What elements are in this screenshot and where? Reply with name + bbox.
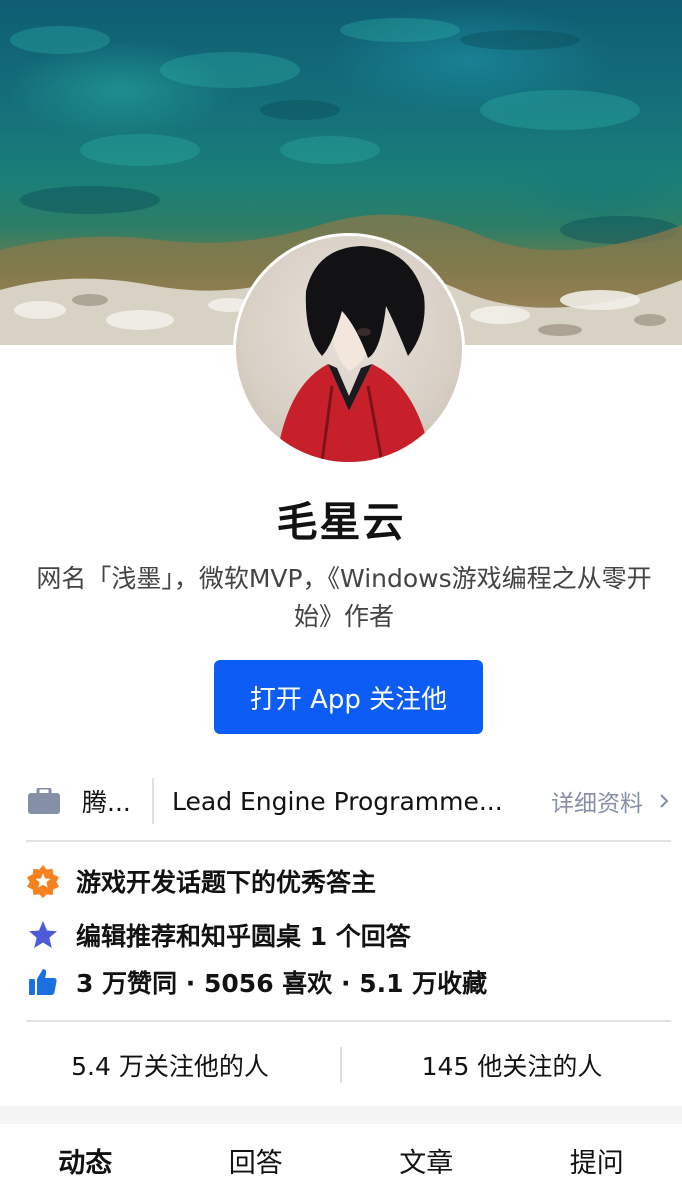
briefcase-icon <box>28 788 60 814</box>
achievement-text: 3 万赞同 · 5056 喜欢 · 5.1 万收藏 <box>76 969 488 998</box>
section-gap <box>0 1106 682 1124</box>
tab-articles[interactable]: 文章 <box>341 1141 512 1180</box>
divider <box>26 1020 671 1022</box>
follow-stats: 5.4 万关注他的人 145 他关注的人 <box>0 1024 682 1106</box>
open-app-follow-button[interactable]: 打开 App 关注他 <box>214 660 483 734</box>
profile-name: 毛星云 <box>276 498 406 546</box>
info-row: 腾... Lead Engine Programme... 详细资料 <box>26 762 671 840</box>
tab-activity[interactable]: 动态 <box>0 1141 171 1180</box>
achievement-expert: 游戏开发话题下的优秀答主 <box>26 863 376 899</box>
following-count[interactable]: 145 他关注的人 <box>342 1047 682 1083</box>
badge-icon <box>26 864 60 898</box>
star-icon <box>26 918 60 952</box>
chevron-right-icon <box>660 794 669 808</box>
company-name: 腾... <box>82 788 131 817</box>
divider <box>152 778 154 824</box>
achievement-editor-pick: 编辑推荐和知乎圆桌 1 个回答 <box>26 917 411 953</box>
achievement-text: 游戏开发话题下的优秀答主 <box>76 868 377 897</box>
followers-count[interactable]: 5.4 万关注他的人 <box>0 1047 340 1083</box>
achievement-stats: 3 万赞同 · 5056 喜欢 · 5.1 万收藏 <box>26 964 487 1000</box>
profile-tabs: 动态 回答 文章 提问 <box>0 1124 682 1196</box>
detail-link[interactable]: 详细资料 <box>551 784 671 818</box>
job-title: Lead Engine Programme... <box>172 786 503 816</box>
profile-headline: 网名「浅墨」，微软MVP，《Windows游戏编程之从零开始》作者 <box>36 564 652 631</box>
detail-link-label: 详细资料 <box>551 791 643 817</box>
achievement-text: 编辑推荐和知乎圆桌 1 个回答 <box>76 922 411 951</box>
avatar <box>233 233 465 465</box>
thumbs-up-icon <box>26 965 60 999</box>
tab-answers[interactable]: 回答 <box>171 1141 342 1180</box>
divider <box>26 840 671 842</box>
tab-questions[interactable]: 提问 <box>512 1141 682 1180</box>
